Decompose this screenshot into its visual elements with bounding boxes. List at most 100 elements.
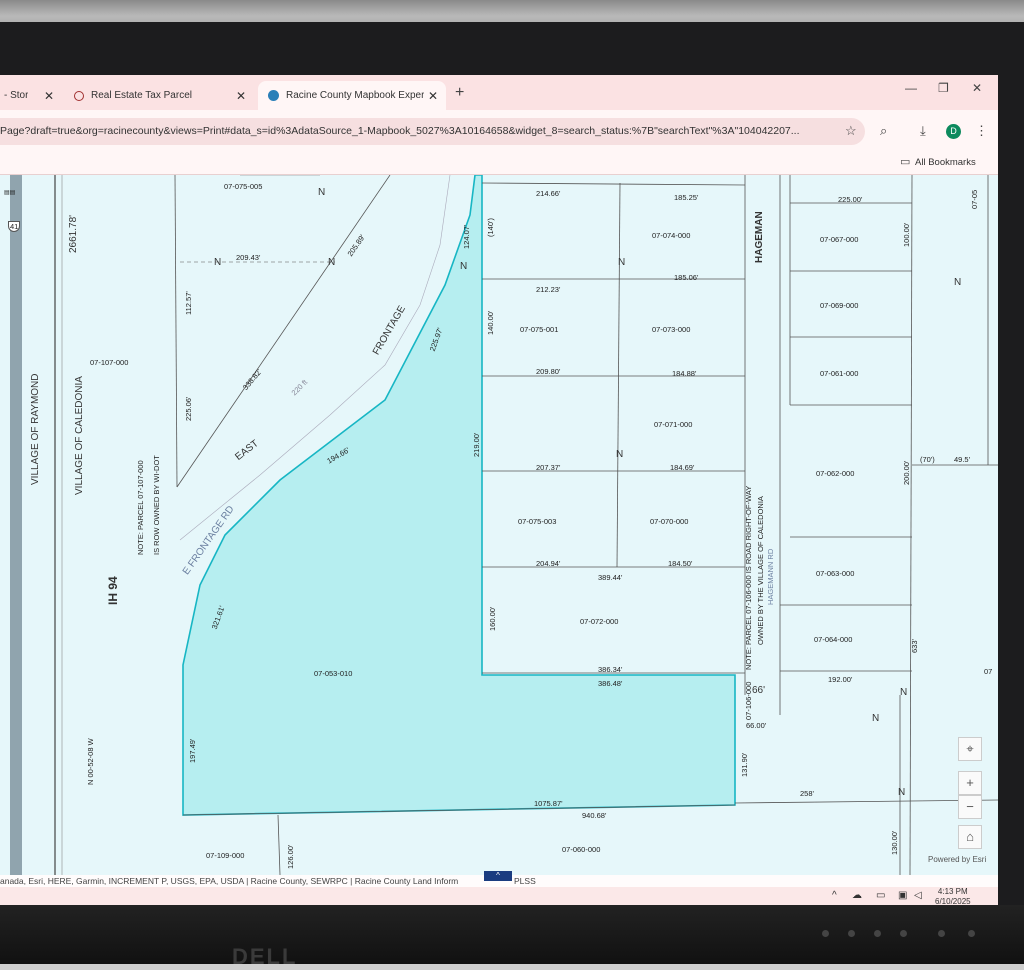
dimension-label: 1075.87' xyxy=(534,799,563,808)
note-label: OWNED BY THE VILLAGE OF CALEDONIA xyxy=(756,496,765,645)
parcel-label: 07-05 xyxy=(970,189,979,209)
dimension-label: 192.00' xyxy=(828,675,853,684)
monitor-button[interactable] xyxy=(874,930,881,937)
monitor-chin xyxy=(0,905,1024,964)
dimension-label: 126.00' xyxy=(286,844,295,869)
close-icon[interactable]: ✕ xyxy=(236,89,246,103)
parcel-label: 07-064-000 xyxy=(814,635,853,644)
home-button[interactable]: ⌂ xyxy=(958,825,982,849)
dimension-label: 160.00' xyxy=(488,606,497,631)
dimension-label: 184.88' xyxy=(672,369,697,378)
dimension-label: 225.00' xyxy=(838,195,863,204)
north-arrow-label: N xyxy=(618,257,626,268)
north-arrow-label: N xyxy=(954,277,962,288)
north-arrow-label: N xyxy=(318,187,326,198)
monitor-brand-logo: DELL xyxy=(232,944,298,969)
parcel-label: 07-075-001 xyxy=(520,325,559,334)
tab-real-estate[interactable]: Real Estate Tax Parcel ✕ xyxy=(64,81,254,110)
north-arrow-label: N xyxy=(900,687,908,698)
new-tab-button[interactable]: + xyxy=(455,84,464,102)
zoom-out-button[interactable]: − xyxy=(958,795,982,819)
taskbar: ^ ☁ ▭ ▣ ◁ 4:13 PM 6/10/2025 xyxy=(0,887,998,905)
parcel-label: 07-063-000 xyxy=(816,569,855,578)
dimension-label: (70') xyxy=(920,455,935,464)
minimize-icon[interactable]: — xyxy=(905,81,917,95)
tab-strip: - Stor ✕ Real Estate Tax Parcel ✕ Racine… xyxy=(0,75,998,110)
parcel-label: 07-070-000 xyxy=(650,517,689,526)
dimension-label: 386.34' xyxy=(598,665,623,674)
chevron-up-icon[interactable]: ^ xyxy=(832,890,837,901)
village-caledonia-label: VILLAGE OF CALEDONIA xyxy=(74,376,85,495)
close-icon[interactable]: ✕ xyxy=(428,89,438,103)
dimension-label: 204.94' xyxy=(536,559,561,568)
tab-title: Racine County Mapbook Exper xyxy=(286,90,425,101)
clock-date: 6/10/2025 xyxy=(935,897,971,905)
clock[interactable]: 4:13 PM 6/10/2025 xyxy=(935,887,971,905)
road-label-hageman: HAGEMAN xyxy=(754,211,765,263)
map-view[interactable]: ▤▤ 41 2661.78' VILLAGE OF RAYMOND VILLAG… xyxy=(0,175,998,875)
note-label: IS ROW OWNED BY WI-DOT xyxy=(152,455,161,555)
speaker-icon[interactable]: ◁ xyxy=(914,890,922,901)
dimension-label: 66.00' xyxy=(746,721,767,730)
bookmarks-bar: ▭ All Bookmarks xyxy=(0,152,998,175)
url-text: Page?draft=true&org=racinecounty&views=P… xyxy=(0,125,800,137)
tab-store[interactable]: - Stor ✕ xyxy=(0,81,58,110)
dimension-label: 214.66' xyxy=(536,189,561,198)
distance-label: 2661.78' xyxy=(68,214,79,253)
locate-button[interactable]: ⌖ xyxy=(958,737,982,761)
parcel-favicon-icon xyxy=(74,90,84,101)
monitor-button[interactable] xyxy=(822,930,829,937)
dimension-label: 124.07' xyxy=(462,224,471,249)
note-label: NOTE: PARCEL 07-106-000 IS ROAD RIGHT-OF… xyxy=(744,485,753,670)
menu-icon[interactable]: ⋮ xyxy=(975,123,988,139)
address-bar[interactable]: Page?draft=true&org=racinecounty&views=P… xyxy=(0,118,865,145)
tab-mapbook[interactable]: Racine County Mapbook Exper ✕ xyxy=(258,81,446,110)
parcel-label: 07-071-000 xyxy=(654,420,693,429)
network-icon[interactable]: ▣ xyxy=(898,890,907,901)
north-arrow-label: N xyxy=(898,787,906,798)
download-icon[interactable]: ⤓ xyxy=(920,123,926,139)
dimension-label: (140') xyxy=(486,218,495,237)
north-arrow-label: N xyxy=(872,713,880,724)
highway-strip xyxy=(10,175,22,875)
tab-title: Real Estate Tax Parcel xyxy=(91,90,192,101)
parcel-label: 07-061-000 xyxy=(820,369,859,378)
attribution-tail: PLSS xyxy=(514,876,536,886)
parcel-label: 07-075-003 xyxy=(518,517,557,526)
dimension-label: 185.25' xyxy=(674,193,699,202)
keyboard-icon[interactable]: ▭ xyxy=(876,890,885,901)
scale-icon: ▤▤ xyxy=(4,190,16,196)
star-icon[interactable]: ☆ xyxy=(845,123,857,139)
monitor-button[interactable] xyxy=(938,930,945,937)
all-bookmarks-link[interactable]: All Bookmarks xyxy=(915,157,976,168)
profile-avatar[interactable]: D xyxy=(946,124,961,139)
monitor-button[interactable] xyxy=(848,930,855,937)
attribution-text: anada, Esri, HERE, Garmin, INCREMENT P, … xyxy=(0,876,459,886)
restore-icon[interactable]: ❐ xyxy=(938,81,949,95)
interstate-label: IH 94 xyxy=(106,576,120,605)
dimension-label: 209.80' xyxy=(536,367,561,376)
attribution-expand-button[interactable]: ^ xyxy=(484,871,512,881)
dimension-label: 207.37' xyxy=(536,463,561,472)
dimension-label: 112.57' xyxy=(184,291,193,315)
north-arrow-label: N xyxy=(328,257,336,268)
note-label: NOTE: PARCEL 07-107-000 xyxy=(136,460,145,555)
dimension-label: 184.69' xyxy=(670,463,695,472)
parcel-label: 07 xyxy=(984,667,993,676)
close-window-icon[interactable]: ✕ xyxy=(972,81,982,95)
parcel-label: 07-069-000 xyxy=(820,301,859,310)
zoom-in-button[interactable]: + xyxy=(958,771,982,795)
monitor-button[interactable] xyxy=(900,930,907,937)
dimension-label: 225.06' xyxy=(184,396,193,421)
dimension-label: 389.44' xyxy=(598,573,623,582)
dimension-label: 140.00' xyxy=(486,310,495,335)
powered-by-esri: Powered by Esri xyxy=(928,855,987,864)
north-arrow-label: N xyxy=(616,449,624,460)
parcel-label: 07-074-000 xyxy=(652,231,691,240)
cloud-icon[interactable]: ☁ xyxy=(852,890,862,901)
north-arrow-label: N xyxy=(214,257,222,268)
monitor-button[interactable] xyxy=(968,930,975,937)
close-icon[interactable]: ✕ xyxy=(44,89,54,103)
search-icon[interactable]: ⌕ xyxy=(880,123,887,139)
screen: - Stor ✕ Real Estate Tax Parcel ✕ Racine… xyxy=(0,75,998,905)
